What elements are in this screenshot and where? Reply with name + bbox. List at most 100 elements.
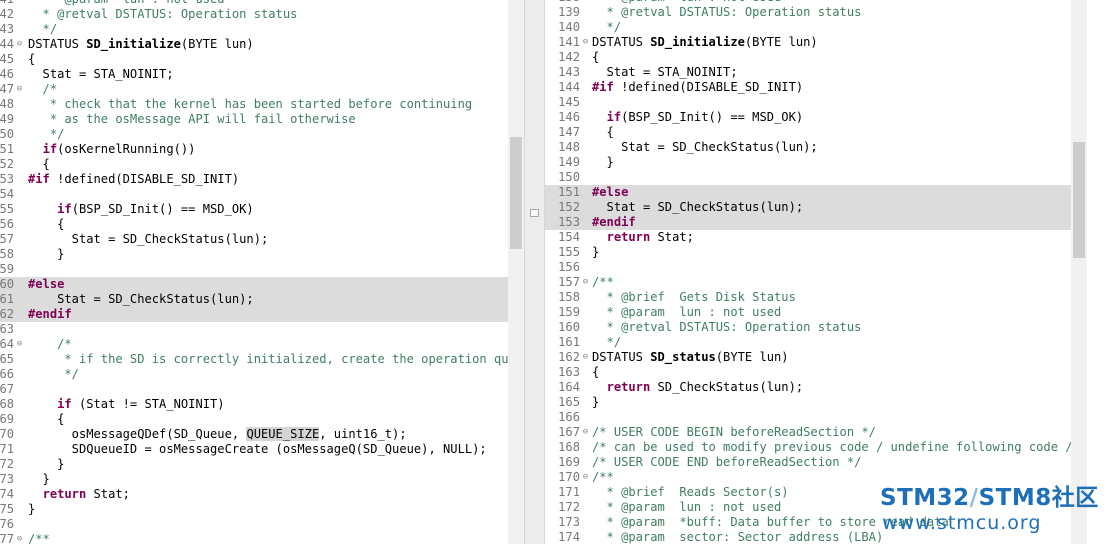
left-vertical-scrollbar[interactable]	[508, 0, 524, 544]
code-line[interactable]: 66 */	[0, 367, 508, 382]
right-scrollbar-thumb[interactable]	[1073, 142, 1085, 258]
code-line[interactable]: 68 if (Stat != STA_NOINIT)	[0, 397, 508, 412]
code-line[interactable]: 171 * @brief Reads Sector(s)	[545, 485, 1073, 500]
code-line[interactable]: 73 }	[0, 472, 508, 487]
code-line[interactable]: 159 * @param lun : not used	[545, 305, 1073, 320]
code-line[interactable]: 144 #if !defined(DISABLE_SD_INIT)	[545, 80, 1073, 95]
code-line[interactable]: 55 if(BSP_SD_Init() == MSD_OK)	[0, 202, 508, 217]
code-line[interactable]: 166	[545, 410, 1073, 425]
code-line[interactable]: 61 Stat = SD_CheckStatus(lun);	[0, 292, 508, 307]
code-line[interactable]: 43 */	[0, 22, 508, 37]
line-number: 142	[558, 50, 580, 64]
code-line[interactable]: 41 * @param lun : not used	[0, 0, 508, 7]
code-text: if(BSP_SD_Init() == MSD_OK)	[592, 110, 804, 125]
code-line[interactable]: 150	[545, 170, 1073, 185]
code-line[interactable]: 54	[0, 187, 508, 202]
code-line[interactable]: 52 {	[0, 157, 508, 172]
code-line[interactable]: 147 {	[545, 125, 1073, 140]
code-line[interactable]: 60 #else	[0, 277, 508, 292]
left-code-area[interactable]: 41 * @param lun : not used42 * @retval D…	[0, 0, 508, 544]
line-number: 170	[558, 470, 580, 484]
code-line[interactable]: 161 */	[545, 335, 1073, 350]
code-line[interactable]: 149 }	[545, 155, 1073, 170]
code-line[interactable]: 174 * @param sector: Sector address (LBA…	[545, 530, 1073, 544]
code-text: /**	[592, 470, 614, 485]
code-line[interactable]: 74 return Stat;	[0, 487, 508, 502]
right-code-area[interactable]: 138 * @param lun : not used139 * @retval…	[545, 0, 1073, 544]
fold-collapse-icon[interactable]: ⊖	[15, 37, 24, 52]
code-line[interactable]: 44 ⊖ DSTATUS SD_initialize(BYTE lun)	[0, 37, 508, 52]
code-line[interactable]: 146 if(BSP_SD_Init() == MSD_OK)	[545, 110, 1073, 125]
sash-grip-handle[interactable]	[530, 209, 539, 217]
code-line[interactable]: 75}	[0, 502, 508, 517]
code-line[interactable]: 71 SDQueueID = osMessageCreate (osMessag…	[0, 442, 508, 457]
fold-collapse-icon[interactable]: ⊖	[581, 425, 590, 440]
fold-collapse-icon[interactable]: ⊖	[15, 337, 24, 352]
line-number: 167	[558, 425, 580, 439]
code-line[interactable]: 72 }	[0, 457, 508, 472]
code-line[interactable]: 167 ⊖/* USER CODE BEGIN beforeReadSection…	[545, 425, 1073, 440]
code-line[interactable]: 76	[0, 517, 508, 532]
code-line[interactable]: 140 */	[545, 20, 1073, 35]
code-line[interactable]: 46 Stat = STA_NOINIT;	[0, 67, 508, 82]
code-line[interactable]: 157 ⊖/**	[545, 275, 1073, 290]
code-line[interactable]: 162 ⊖ DSTATUS SD_status(BYTE lun)	[545, 350, 1073, 365]
code-line[interactable]: 142 {	[545, 50, 1073, 65]
code-line[interactable]: 42 * @retval DSTATUS: Operation status	[0, 7, 508, 22]
code-line[interactable]: 153 #endif	[545, 215, 1073, 230]
code-line[interactable]: 51 if(osKernelRunning())	[0, 142, 508, 157]
right-editor[interactable]: 138 * @param lun : not used139 * @retval…	[545, 0, 1073, 544]
code-line[interactable]: 155}	[545, 245, 1073, 260]
code-line[interactable]: 143 Stat = STA_NOINIT;	[545, 65, 1073, 80]
code-text: */	[592, 335, 622, 350]
code-line[interactable]: 57 Stat = SD_CheckStatus(lun);	[0, 232, 508, 247]
code-line[interactable]: 141 ⊖ DSTATUS SD_initialize(BYTE lun)	[545, 35, 1073, 50]
code-line[interactable]: 56 {	[0, 217, 508, 232]
code-line[interactable]: 48 * check that the kernel has been star…	[0, 97, 508, 112]
code-line[interactable]: 156	[545, 260, 1073, 275]
code-line[interactable]: 164 return SD_CheckStatus(lun);	[545, 380, 1073, 395]
fold-collapse-icon[interactable]: ⊖	[581, 350, 590, 365]
code-line[interactable]: 62 #endif	[0, 307, 508, 322]
code-line[interactable]: 139 * @retval DSTATUS: Operation status	[545, 5, 1073, 20]
left-scrollbar-thumb[interactable]	[510, 137, 522, 249]
code-token: #endif	[28, 307, 72, 321]
code-line[interactable]: 50 */	[0, 127, 508, 142]
right-vertical-scrollbar[interactable]	[1071, 0, 1087, 544]
code-line[interactable]: 160 * @retval DSTATUS: Operation status	[545, 320, 1073, 335]
code-line[interactable]: 168 /* can be used to modify previous cod…	[545, 440, 1073, 455]
code-line[interactable]: 64 ⊖ /*	[0, 337, 508, 352]
code-line[interactable]: 47 ⊖ /*	[0, 82, 508, 97]
fold-collapse-icon[interactable]: ⊖	[581, 35, 590, 50]
code-line[interactable]: 63	[0, 322, 508, 337]
code-line[interactable]: 173 * @param *buff: Data buffer to store…	[545, 515, 1073, 530]
code-line[interactable]: 170 ⊖/**	[545, 470, 1073, 485]
code-line[interactable]: 69 {	[0, 412, 508, 427]
code-line[interactable]: 65 * if the SD is correctly initialized,…	[0, 352, 508, 367]
code-line[interactable]: 152 Stat = SD_CheckStatus(lun);	[545, 200, 1073, 215]
code-line[interactable]: 77 ⊖ /**	[0, 532, 508, 544]
code-text: {	[592, 50, 599, 65]
code-line[interactable]: 169 /* USER CODE END beforeReadSection */	[545, 455, 1073, 470]
code-line[interactable]: 165}	[545, 395, 1073, 410]
code-line[interactable]: 163 {	[545, 365, 1073, 380]
fold-collapse-icon[interactable]: ⊖	[581, 275, 590, 290]
code-line[interactable]: 49 * as the osMessage API will fail othe…	[0, 112, 508, 127]
code-line[interactable]: 59	[0, 262, 508, 277]
code-line[interactable]: 53 #if !defined(DISABLE_SD_INIT)	[0, 172, 508, 187]
code-line[interactable]: 70 osMessageQDef(SD_Queue, QUEUE_SIZE, u…	[0, 427, 508, 442]
fold-collapse-icon[interactable]: ⊖	[581, 470, 590, 485]
code-token: /*	[28, 337, 72, 351]
fold-collapse-icon[interactable]: ⊖	[15, 82, 24, 97]
code-line[interactable]: 67	[0, 382, 508, 397]
code-line[interactable]: 154 return Stat;	[545, 230, 1073, 245]
code-line[interactable]: 58 }	[0, 247, 508, 262]
code-line[interactable]: 148 Stat = SD_CheckStatus(lun);	[545, 140, 1073, 155]
code-line[interactable]: 45 {	[0, 52, 508, 67]
left-editor[interactable]: 41 * @param lun : not used42 * @retval D…	[0, 0, 508, 544]
code-line[interactable]: 145	[545, 95, 1073, 110]
code-line[interactable]: 172 * @param lun : not used	[545, 500, 1073, 515]
code-line[interactable]: 158 * @brief Gets Disk Status	[545, 290, 1073, 305]
code-line[interactable]: 151 #else	[545, 185, 1073, 200]
fold-collapse-icon[interactable]: ⊖	[15, 532, 24, 544]
